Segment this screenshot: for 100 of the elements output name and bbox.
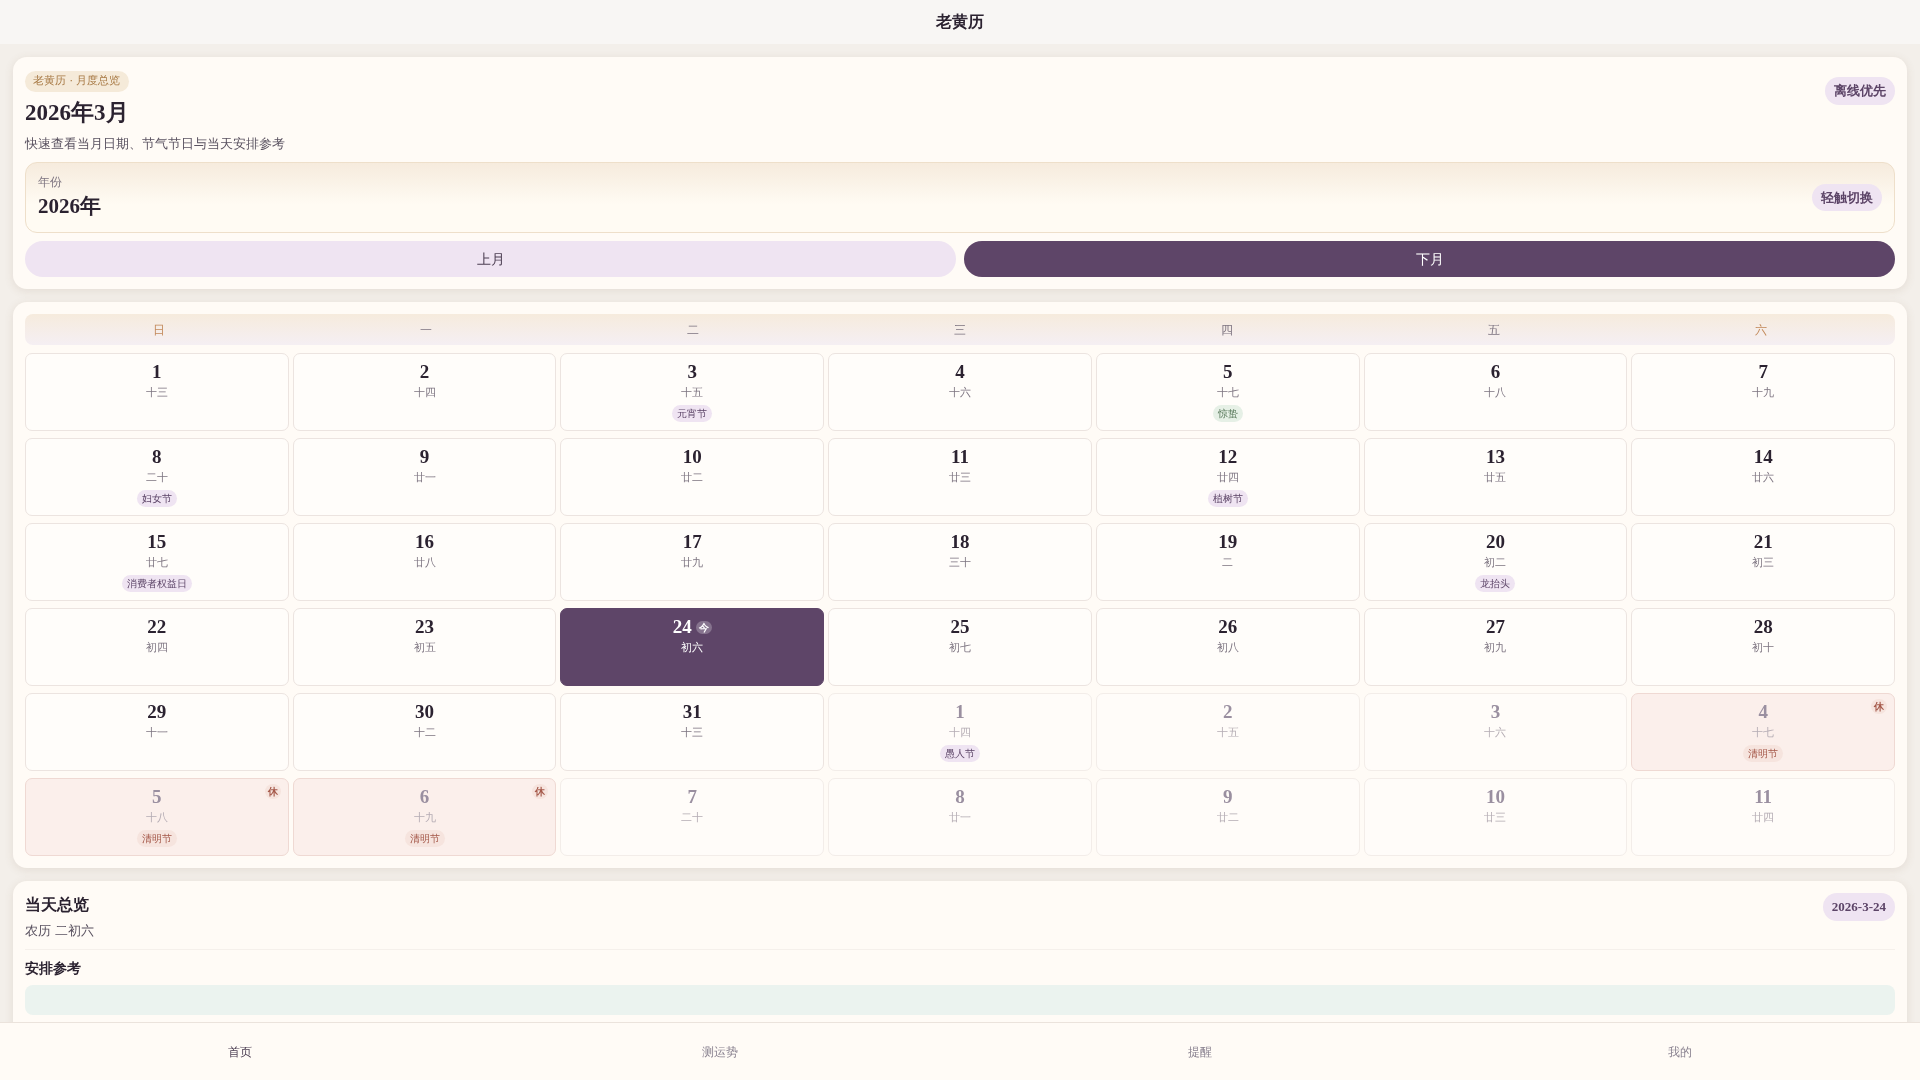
day-cell[interactable]: 8 二十 妇女节 [25,438,289,516]
lunar-date: 十六 [949,384,971,401]
lunar-date: 二十 [145,469,168,486]
lunar-date: 初六 [681,639,704,656]
day-number: 16 [415,532,435,553]
tab-item[interactable]: 我的 [1662,1041,1698,1062]
day-number: 27 [1485,617,1505,638]
day-cell[interactable]: 4 十六 [828,353,1092,431]
festival-tag: 愚人节 [940,745,980,763]
day-number: 6 [1490,362,1501,383]
lunar-date: 农历 二初六 [25,922,95,940]
lunar-date: 初三 [1752,554,1775,571]
day-cell[interactable]: 3 十五 元宵节 [560,353,825,431]
weekday-label: 五 [1487,321,1502,339]
day-cell[interactable]: 19 二 [1095,523,1360,601]
day-number: 9 [419,447,430,468]
day-cell[interactable]: 25 初七 [828,608,1092,686]
holiday-badge: 休 [264,784,281,799]
app-title: 老黄历 [936,11,984,33]
day-cell[interactable]: 7 十九 [1631,353,1895,431]
year-picker[interactable]: 年份 2026年 轻触切换 [25,161,1895,233]
day-cell[interactable]: 14 廿六 [1631,438,1895,516]
day-number: 21 [1753,532,1773,553]
lunar-date: 二 [1222,554,1234,571]
day-cell[interactable]: 6 十九 清明节 休 [292,778,557,856]
day-number: 2 [1222,702,1233,723]
day-cell[interactable]: 17 廿九 [560,523,825,601]
day-number: 25 [950,617,970,638]
day-cell[interactable]: 15 廿七 消费者权益日 [25,523,289,601]
day-cell[interactable]: 4 十七 清明节 休 [1631,693,1895,771]
day-cell[interactable]: 22 初四 [25,608,289,686]
day-number: 6 [419,787,430,808]
day-number: 23 [415,617,435,638]
holiday-badge: 休 [1871,699,1887,714]
day-cell[interactable]: 1 十四 愚人节 [828,693,1092,771]
day-cell[interactable]: 30 十二 [292,693,557,771]
day-cell[interactable]: 6 十八 [1363,353,1628,431]
lunar-date: 十五 [681,384,704,401]
festival-tag: 清明节 [136,830,177,848]
lunar-date: 十四 [413,384,436,401]
day-cell[interactable]: 29 十一 [25,693,289,771]
festival-tag: 惊蛰 [1212,405,1243,423]
day-cell[interactable]: 18 三十 [828,523,1092,601]
festival-tag: 消费者权益日 [121,575,192,593]
lunar-date: 三十 [949,554,971,571]
lunar-date: 廿四 [1752,809,1775,826]
day-cell[interactable]: 5 十八 清明节 休 [25,778,289,856]
day-cell[interactable]: 26 初八 [1095,608,1360,686]
lunar-date: 初四 [145,639,168,656]
lunar-date: 十三 [145,384,168,401]
festival-tag: 清明节 [1743,745,1784,763]
day-cell[interactable]: 11 廿三 [828,438,1092,516]
day-cell[interactable]: 10 廿二 [560,438,825,516]
day-cell[interactable]: 12 廿四 植树节 [1095,438,1360,516]
weekday-label: 二 [685,321,700,339]
day-cell[interactable]: 1 十三 [25,353,289,431]
day-cell[interactable]: 16 廿八 [292,523,557,601]
day-number: 20 [1485,532,1505,553]
lunar-date: 廿三 [949,469,971,486]
lunar-date: 十六 [1484,724,1507,741]
day-number: 3 [1490,702,1501,723]
lunar-date: 廿二 [1216,809,1239,826]
weekday-label: 四 [1220,321,1235,339]
lunar-date: 十九 [1752,384,1775,401]
festival-tag: 妇女节 [136,490,177,508]
offline-badge: 离线优先 [1825,77,1895,105]
day-number: 13 [1485,447,1505,468]
day-number: 8 [955,787,965,808]
day-number: 5 [1222,362,1233,383]
day-cell[interactable]: 5 十七 惊蛰 [1095,353,1360,431]
next-month-button[interactable]: 下月 [964,241,1895,277]
date-badge: 2026-3-24 [1822,893,1895,921]
day-number: 7 [687,787,698,808]
weekday-label: 六 [1754,321,1769,339]
day-cell[interactable]: 28 初十 [1631,608,1895,686]
day-cell[interactable]: 23 初五 [292,608,557,686]
day-number: 11 [951,447,969,468]
tab-item[interactable]: 测运势 [696,1041,744,1062]
day-number: 15 [147,532,167,553]
day-number: 2 [419,362,430,383]
tab-item[interactable]: 首页 [222,1041,258,1062]
festival-tag: 龙抬头 [1475,575,1516,593]
day-cell[interactable]: 21 初三 [1631,523,1895,601]
lunar-date: 十八 [1484,384,1507,401]
day-cell[interactable]: 9 廿一 [292,438,557,516]
day-cell[interactable]: 24 今 初六 [560,608,825,686]
day-cell[interactable]: 20 初二 龙抬头 [1363,523,1628,601]
prev-month-button[interactable]: 上月 [25,241,956,277]
day-number: 7 [1758,362,1768,383]
day-cell[interactable]: 31 十三 [560,693,825,771]
lunar-date: 廿八 [413,554,436,571]
day-number: 10 [682,447,702,468]
day-number: 28 [1753,617,1773,638]
lunar-date: 初二 [1484,554,1507,571]
day-cell[interactable]: 27 初九 [1363,608,1628,686]
tab-item[interactable]: 提醒 [1182,1041,1218,1062]
day-cell[interactable]: 2 十四 [292,353,557,431]
lunar-date: 廿一 [413,469,436,486]
day-cell[interactable]: 13 廿五 [1363,438,1628,516]
section-badge: 老黄历 · 月度总览 [25,71,129,92]
